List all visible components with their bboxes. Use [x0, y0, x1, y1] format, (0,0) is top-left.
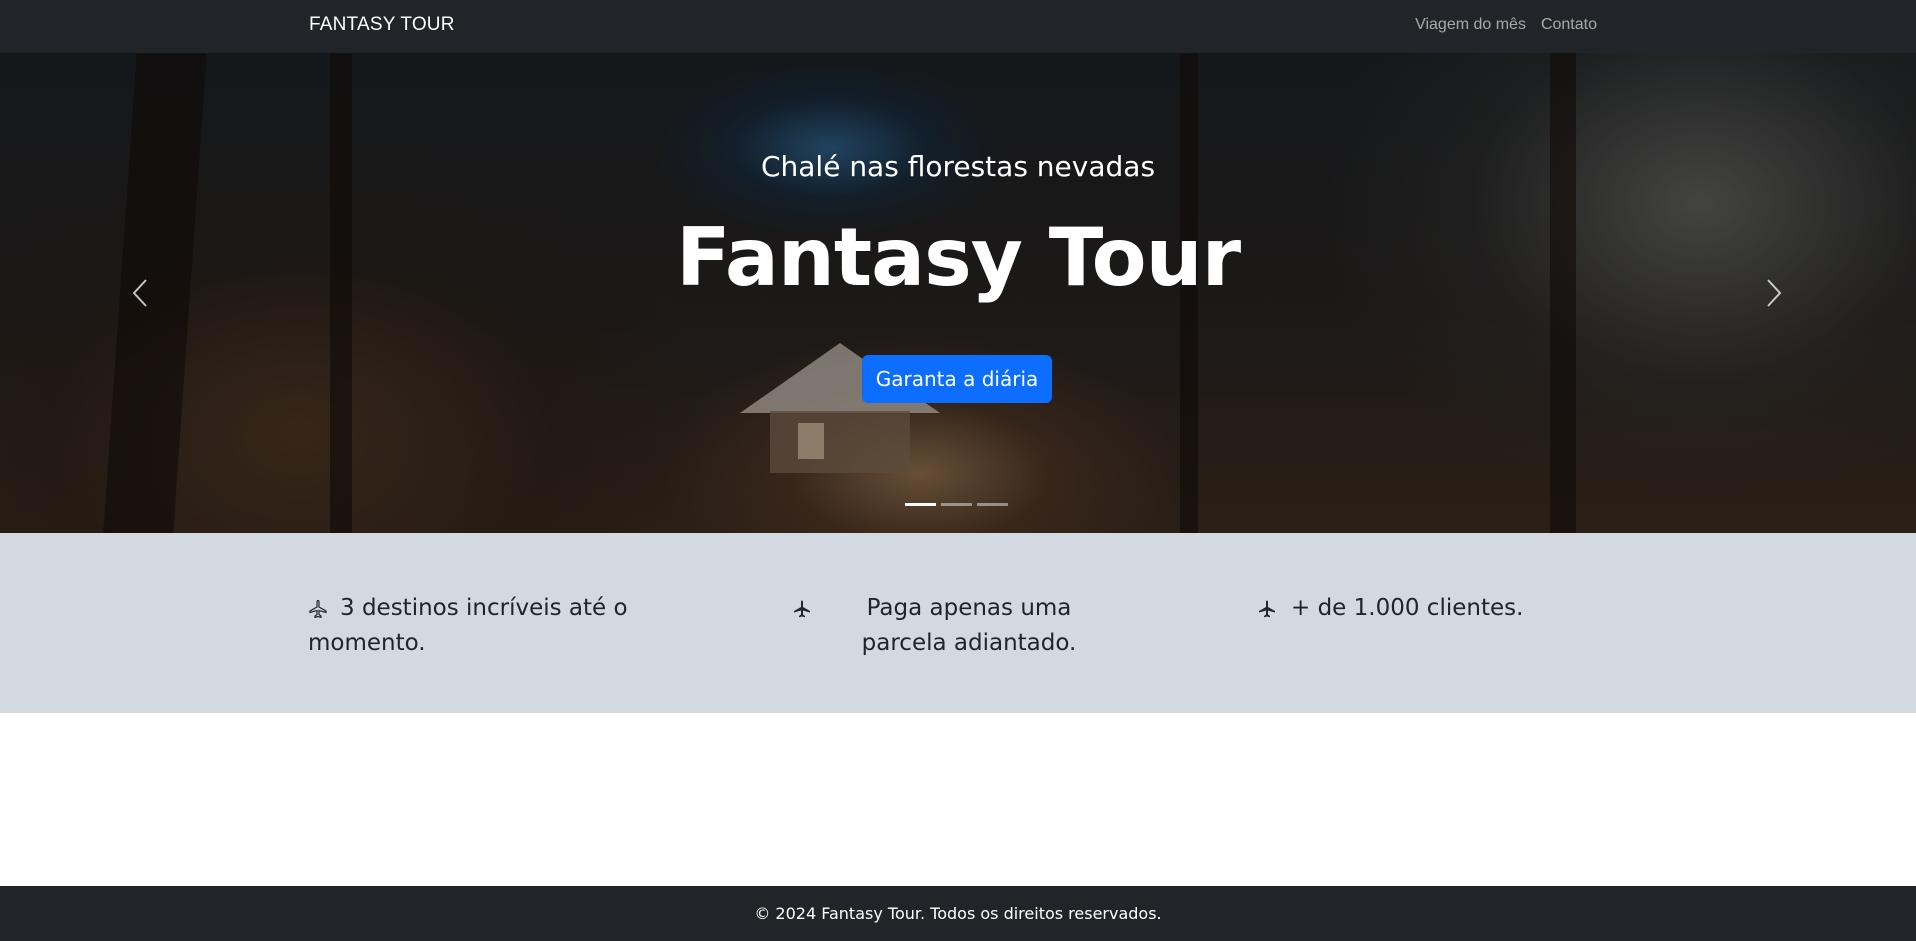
hero-subtitle: Chalé nas florestas nevadas	[760, 150, 1156, 183]
feature-item: 3 destinos incríveis até o momento.	[308, 591, 728, 661]
chevron-left-icon	[132, 279, 147, 307]
carousel-next-button[interactable]	[1754, 273, 1794, 313]
feature-item: + de 1.000 clientes.	[1257, 591, 1557, 626]
carousel-indicator[interactable]	[905, 503, 936, 506]
brand-logo[interactable]: FANTASY TOUR	[309, 14, 455, 36]
hero-title: Fantasy Tour	[675, 211, 1241, 304]
footer-copyright: © 2024 Fantasy Tour. Todos os direitos r…	[754, 904, 1162, 923]
navbar: FANTASY TOUR Viagem do mês Contato	[0, 0, 1916, 53]
carousel-prev-button[interactable]	[120, 273, 160, 313]
footer: © 2024 Fantasy Tour. Todos os direitos r…	[0, 886, 1916, 941]
carousel-indicators	[905, 503, 1008, 506]
nav-link-contato[interactable]: Contato	[1541, 16, 1597, 34]
hero-carousel: Chalé nas florestas nevadas Fantasy Tour…	[0, 53, 1916, 533]
cta-button[interactable]: Garanta a diária	[862, 355, 1052, 403]
nav-link-viagem-do-mes[interactable]: Viagem do mês	[1415, 16, 1526, 34]
feature-item: Paga apenas uma parcela adiantado.	[792, 591, 1112, 661]
airplane-outline-icon	[309, 599, 327, 619]
carousel-indicator[interactable]	[977, 503, 1008, 506]
nav-links: Viagem do mês Contato	[1415, 16, 1597, 34]
feature-text: 3 destinos incríveis até o momento.	[308, 595, 628, 656]
carousel-indicator[interactable]	[941, 503, 972, 506]
feature-text: + de 1.000 clientes.	[1291, 595, 1524, 621]
airplane-icon	[1259, 600, 1275, 618]
features-section: 3 destinos incríveis até o momento. Paga…	[0, 533, 1916, 713]
feature-text: Paga apenas uma parcela adiantado.	[861, 595, 1077, 656]
chevron-right-icon	[1767, 279, 1782, 307]
airplane-icon	[794, 600, 810, 618]
